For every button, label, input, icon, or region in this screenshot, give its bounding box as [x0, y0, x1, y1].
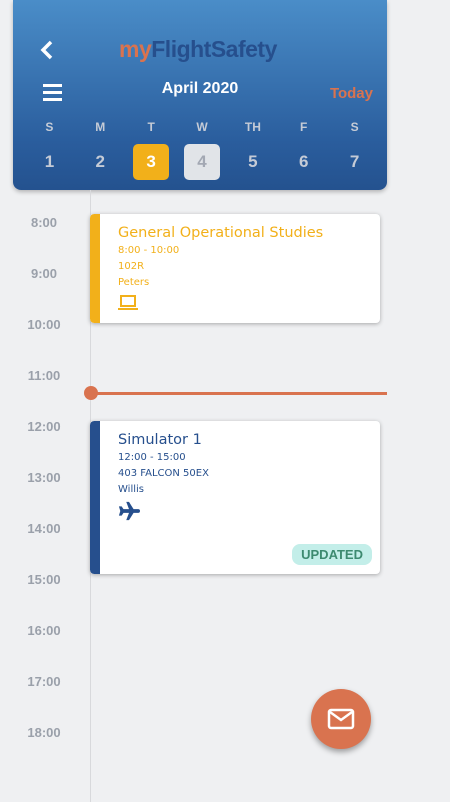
event-title: Simulator 1 [118, 432, 202, 448]
back-button[interactable] [40, 36, 54, 67]
event-card[interactable]: Simulator 1 12:00 - 15:00 403 FALCON 50E… [90, 421, 380, 574]
mail-icon [327, 708, 355, 730]
hour-label: 14:00 [27, 521, 61, 536]
laptop-icon [118, 295, 138, 310]
weekday-label: W [196, 120, 208, 134]
event-card[interactable]: General Operational Studies 8:00 - 10:00… [90, 214, 380, 323]
hour-label: 15:00 [27, 572, 61, 587]
hour-label: 10:00 [27, 317, 61, 332]
weekday-label: F [300, 120, 308, 134]
hour-label: 16:00 [27, 623, 61, 638]
hour-label: 8:00 [30, 215, 58, 230]
event-time: 8:00 - 10:00 [118, 245, 180, 256]
logo-my: my [119, 36, 152, 62]
event-instructor: Willis [118, 484, 144, 495]
logo-brand: FlightSafety [151, 36, 277, 62]
hour-label: 17:00 [27, 674, 61, 689]
app-logo: myFlightSafety [119, 36, 277, 63]
weekday-label: TH [244, 120, 261, 134]
weekday-label: M [95, 120, 106, 134]
event-instructor: Peters [118, 277, 150, 288]
status-badge: UPDATED [292, 544, 372, 565]
day-row: 1 2 3 4 5 6 7 [24, 144, 380, 180]
chevron-left-icon [40, 40, 53, 60]
event-room: 403 FALCON 50EX [118, 468, 209, 479]
event-title: General Operational Studies [118, 225, 324, 241]
day-button[interactable]: 2 [82, 144, 118, 180]
event-color-bar [90, 421, 100, 574]
message-button[interactable] [311, 689, 371, 749]
weekday-row: S M T W TH F S [24, 120, 380, 134]
today-button[interactable]: Today [330, 85, 373, 102]
event-time: 12:00 - 15:00 [118, 452, 186, 463]
day-button[interactable]: 7 [337, 144, 373, 180]
hour-label: 9:00 [30, 266, 58, 281]
airplane-icon [118, 501, 140, 521]
hour-label: 11:00 [27, 368, 61, 383]
current-time-line [91, 392, 387, 395]
weekday-label: S [45, 120, 54, 134]
day-button[interactable]: 1 [31, 144, 67, 180]
event-color-bar [90, 214, 100, 323]
event-room: 102R [118, 261, 145, 272]
day-button[interactable]: 5 [235, 144, 271, 180]
hour-label: 13:00 [27, 470, 61, 485]
weekday-label: S [350, 120, 359, 134]
hour-label: 18:00 [27, 725, 61, 740]
day-button-selected[interactable]: 3 [133, 144, 170, 180]
current-time-dot [84, 386, 98, 400]
day-button[interactable]: 4 [184, 144, 220, 180]
day-button[interactable]: 6 [286, 144, 322, 180]
weekday-label: T [147, 120, 155, 134]
hour-label: 12:00 [27, 419, 61, 434]
calendar-header: myFlightSafety April 2020 Today S M T W … [13, 0, 387, 190]
